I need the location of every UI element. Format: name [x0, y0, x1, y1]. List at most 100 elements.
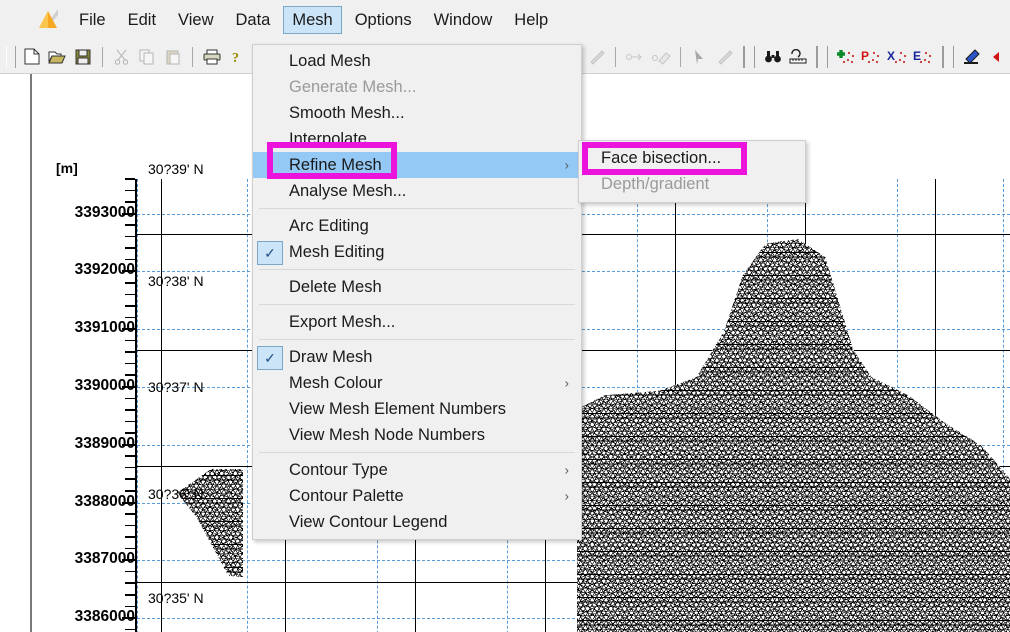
- menu-item-label: Refine Mesh: [289, 155, 382, 174]
- menu-item-label: Generate Mesh...: [289, 77, 417, 96]
- menu-separator: [259, 339, 575, 340]
- chevron-right-icon: ›: [564, 157, 569, 173]
- toolbar-separator: [941, 45, 954, 68]
- toolbar-separator: [816, 45, 828, 68]
- help-question-icon[interactable]: ?: [226, 46, 248, 68]
- toolbar-separator: [742, 45, 755, 68]
- red-arrow-icon[interactable]: [986, 46, 1008, 68]
- menu-item-interpolate[interactable]: Interpolate...: [253, 126, 581, 152]
- menu-item-arc-editing[interactable]: Arc Editing: [253, 213, 581, 239]
- arc-tool-icon[interactable]: [624, 46, 646, 68]
- menu-separator: [259, 208, 575, 209]
- menu-item-label: View Contour Legend: [289, 512, 448, 531]
- toolbar-separator: [101, 46, 103, 67]
- y-axis-tick-label: 3393000: [74, 203, 135, 221]
- toolbar-separator: [191, 46, 193, 67]
- longitude-boundary-line: [161, 179, 163, 632]
- svg-text:?: ?: [232, 51, 239, 65]
- menu-item-label: Draw Mesh: [289, 347, 373, 366]
- menu-item-view-node-numbers[interactable]: View Mesh Node Numbers: [253, 422, 581, 448]
- menu-item-label: Export Mesh...: [289, 312, 396, 331]
- point-p-red-icon[interactable]: P: [861, 46, 883, 68]
- menubar-item-view[interactable]: View: [169, 6, 222, 34]
- menu-item-draw-mesh[interactable]: ✓ Draw Mesh: [253, 344, 581, 370]
- checkmark-icon: ✓: [257, 346, 283, 370]
- toolbar-separator: [615, 46, 617, 67]
- menubar-item-mesh[interactable]: Mesh: [283, 6, 342, 34]
- menubar-item-window[interactable]: Window: [425, 6, 502, 34]
- save-disk-icon[interactable]: [72, 46, 94, 68]
- menu-item-analyse-mesh[interactable]: Analyse Mesh...: [253, 178, 581, 204]
- mesh-dropdown-menu[interactable]: Load Mesh Generate Mesh... Smooth Mesh... I…: [252, 44, 582, 540]
- print-icon[interactable]: [201, 46, 223, 68]
- arrow-select-icon[interactable]: [689, 46, 711, 68]
- point-e-blue-icon[interactable]: E: [913, 46, 935, 68]
- menubar-item-edit[interactable]: Edit: [119, 6, 165, 34]
- y-axis-tick-label: 3391000: [74, 319, 135, 337]
- chevron-right-icon: ›: [564, 462, 569, 478]
- menu-item-refine-mesh[interactable]: Refine Mesh ›: [253, 152, 581, 178]
- new-document-icon[interactable]: [21, 46, 43, 68]
- chevron-right-icon: ›: [564, 375, 569, 391]
- menu-item-smooth-mesh[interactable]: Smooth Mesh...: [253, 100, 581, 126]
- open-folder-icon[interactable]: [47, 46, 69, 68]
- grid-line-vertical: [247, 179, 248, 632]
- svg-text:P: P: [861, 49, 869, 63]
- menu-item-label: Contour Type: [289, 460, 388, 479]
- menu-item-label: Smooth Mesh...: [289, 103, 405, 122]
- latitude-label: 30?38' N: [148, 273, 204, 289]
- svg-text:E: E: [913, 49, 921, 63]
- paste-icon[interactable]: [162, 46, 184, 68]
- menu-separator: [259, 269, 575, 270]
- application-window: Untitled1 [m] 33930003392000339100033900…: [0, 0, 1010, 632]
- menubar-item-data[interactable]: Data: [227, 6, 280, 34]
- chevron-right-icon: ›: [564, 488, 569, 504]
- menubar-item-file[interactable]: File: [70, 6, 115, 34]
- submenu-item-face-bisection[interactable]: Face bisection...: [579, 145, 805, 171]
- document-left-border: [30, 73, 32, 632]
- menu-item-contour-palette[interactable]: Contour Palette ›: [253, 483, 581, 509]
- y-axis-tick-label: 3386000: [74, 608, 135, 626]
- menu-item-view-element-numbers[interactable]: View Mesh Element Numbers: [253, 396, 581, 422]
- menu-item-mesh-editing[interactable]: ✓ Mesh Editing: [253, 239, 581, 265]
- triangular-mesh-main[interactable]: [577, 239, 1010, 632]
- menu-item-label: Arc Editing: [289, 216, 369, 235]
- knife-tool-icon[interactable]: [714, 46, 736, 68]
- latitude-label: 30?37' N: [148, 379, 204, 395]
- submenu-item-depth-gradient: Depth/gradient: [579, 171, 805, 197]
- menu-item-label: Contour Palette: [289, 486, 404, 505]
- refine-mesh-submenu[interactable]: Face bisection... Depth/gradient: [578, 140, 806, 203]
- add-point-green-icon[interactable]: [835, 46, 857, 68]
- point-x-blue-icon[interactable]: X: [887, 46, 909, 68]
- measure-ruler-icon[interactable]: [787, 46, 809, 68]
- menu-item-delete-mesh[interactable]: Delete Mesh: [253, 274, 581, 300]
- menu-item-export-mesh[interactable]: Export Mesh...: [253, 309, 581, 335]
- menu-item-label: Mesh Editing: [289, 242, 385, 261]
- menu-item-label: Mesh Colour: [289, 373, 383, 392]
- cut-scissors-icon[interactable]: [111, 46, 133, 68]
- menubar-item-options[interactable]: Options: [346, 6, 421, 34]
- copy-icon[interactable]: [136, 46, 158, 68]
- marker-icon[interactable]: [586, 46, 608, 68]
- latitude-label: 30?36' N: [148, 486, 204, 502]
- latitude-label: 30?39' N: [148, 161, 204, 177]
- binoculars-icon[interactable]: [762, 46, 784, 68]
- checkmark-icon: ✓: [257, 241, 283, 265]
- y-axis-tick-labels: 3393000 3392000 3391000 3390000 3389000 33880…: [40, 147, 135, 632]
- menu-item-label: Analyse Mesh...: [289, 181, 407, 200]
- y-axis-tick-label: 3392000: [74, 261, 135, 279]
- menu-item-generate-mesh: Generate Mesh...: [253, 74, 581, 100]
- toolbar-grip[interactable]: [6, 45, 16, 68]
- y-axis-tick-label: 3388000: [74, 492, 135, 510]
- highlighter-icon[interactable]: [961, 46, 983, 68]
- menu-item-view-contour-legend[interactable]: View Contour Legend: [253, 509, 581, 535]
- grid-line-vertical: [137, 179, 138, 632]
- menubar-item-help[interactable]: Help: [505, 6, 557, 34]
- menu-item-label: Load Mesh: [289, 51, 371, 70]
- menu-item-load-mesh[interactable]: Load Mesh: [253, 48, 581, 74]
- submenu-item-label: Face bisection...: [601, 148, 722, 167]
- menu-item-mesh-colour[interactable]: Mesh Colour ›: [253, 370, 581, 396]
- toolbar-separator: [679, 46, 681, 67]
- eraser-icon[interactable]: [650, 46, 672, 68]
- menu-item-contour-type[interactable]: Contour Type ›: [253, 457, 581, 483]
